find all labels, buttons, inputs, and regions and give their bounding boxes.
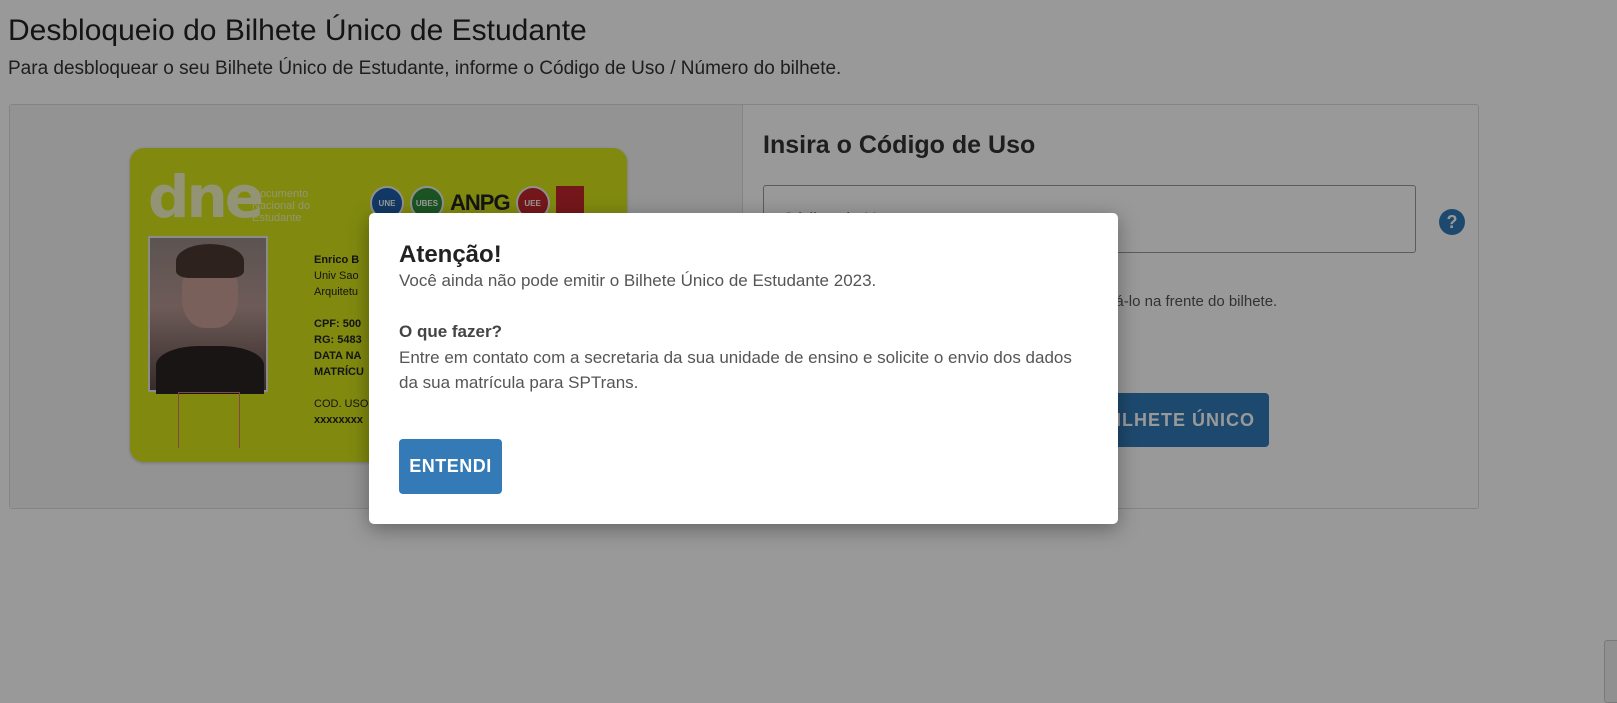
modal-message: Você ainda não pode emitir o Bilhete Úni… [399, 271, 877, 290]
attention-modal: Atenção! Você ainda não pode emitir o Bi… [369, 213, 1118, 524]
modal-instructions: Entre em contato com a secretaria da sua… [399, 348, 1072, 392]
modal-title: Atenção! [399, 241, 502, 268]
ok-button[interactable]: ENTENDI [399, 439, 502, 494]
page: Desbloqueio do Bilhete Único de Estudant… [0, 0, 1617, 703]
modal-subtitle: O que fazer? [399, 322, 502, 341]
